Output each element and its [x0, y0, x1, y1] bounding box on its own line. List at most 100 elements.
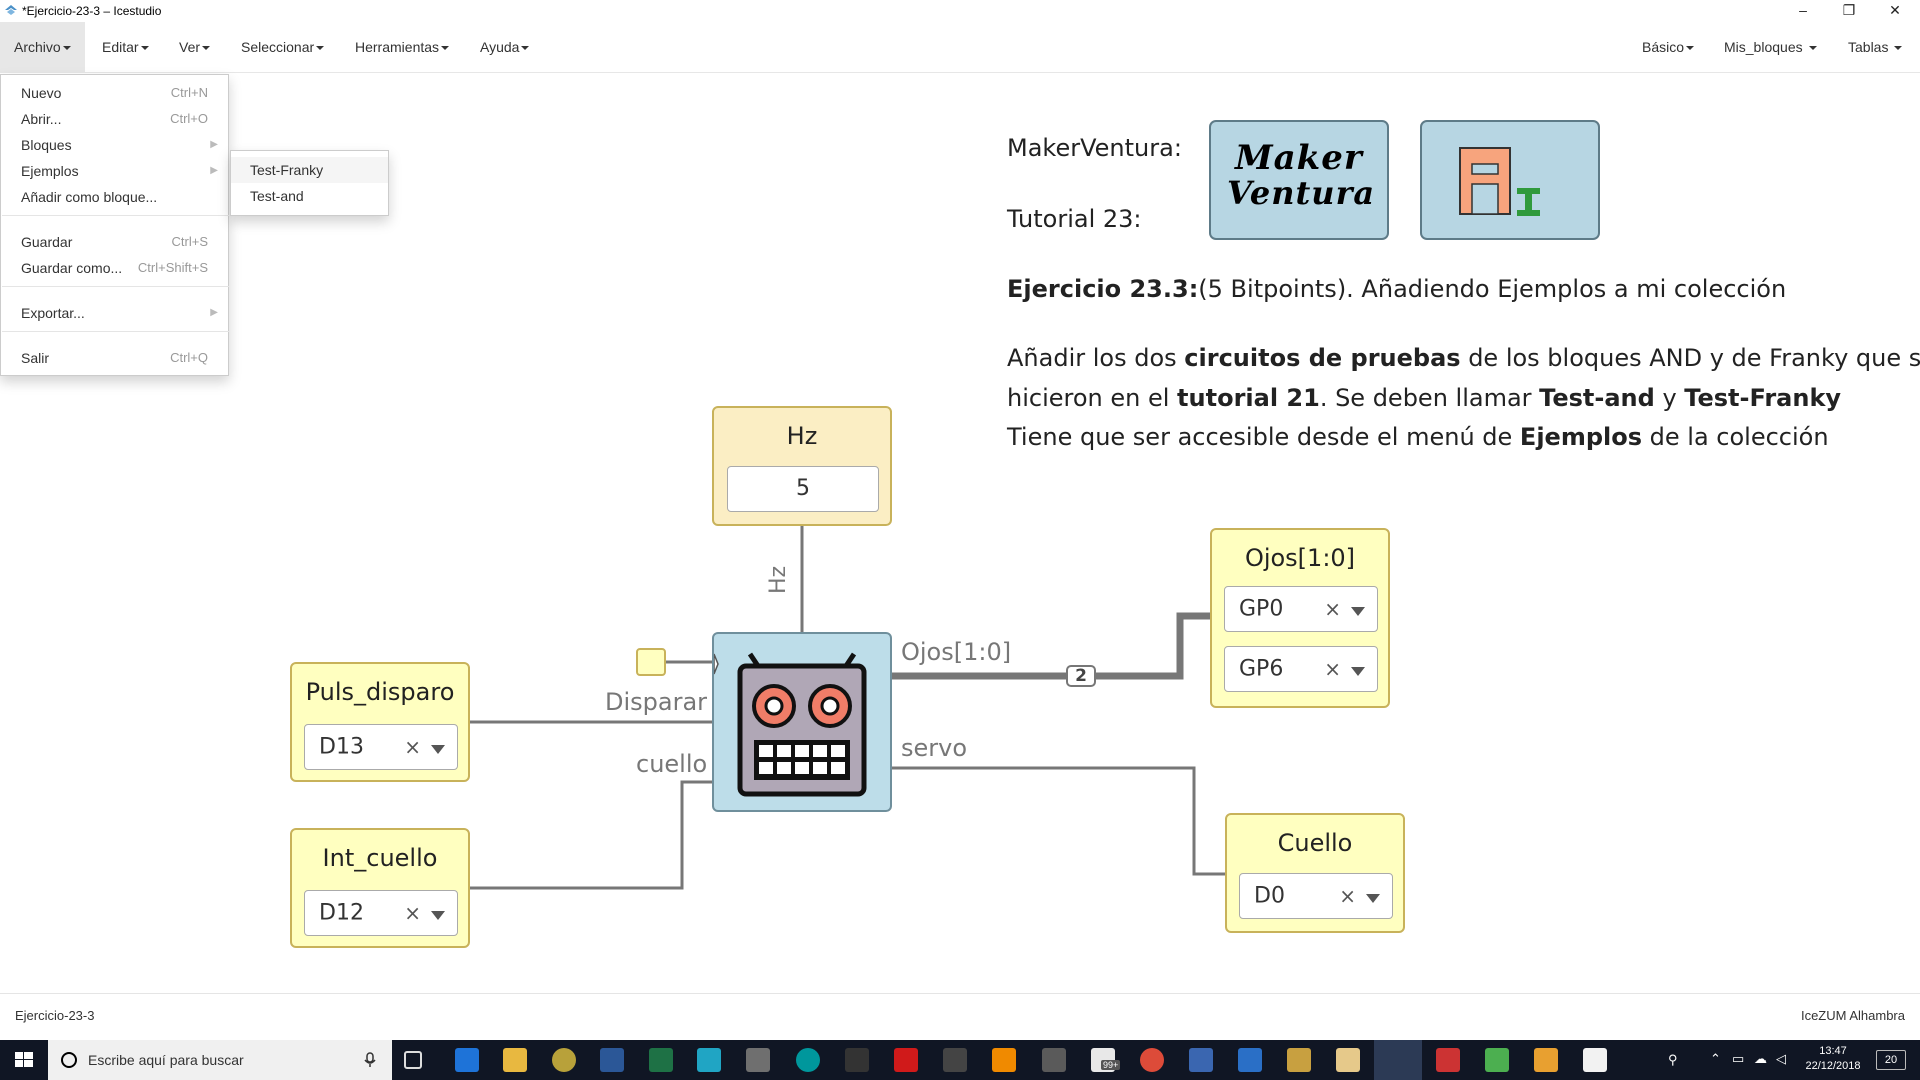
- icestudio-taskbar-icon[interactable]: [1374, 1040, 1422, 1080]
- task-view-icon[interactable]: [404, 1051, 422, 1069]
- menu-item-label: Guardar: [21, 234, 73, 250]
- volume-icon[interactable]: ◁: [1776, 1051, 1786, 1067]
- pin-select[interactable]: GP6 ×: [1224, 646, 1378, 692]
- menu-item-label: Guardar como...: [21, 260, 123, 276]
- chevron-up-icon[interactable]: ⌃: [1710, 1051, 1721, 1067]
- menu-item-label: Salir: [21, 350, 50, 366]
- status-bar: Ejercicio-23-3 IceZUM Alhambra: [0, 993, 1920, 1035]
- menu-item-shortcut: Ctrl+S: [171, 234, 208, 249]
- taskbar-clock[interactable]: 13:47 22/12/2018: [1800, 1044, 1866, 1074]
- search-icon: [61, 1052, 77, 1068]
- submenu-item-test-and[interactable]: Test-and: [231, 183, 388, 209]
- chevron-down-icon[interactable]: [431, 745, 445, 754]
- onedrive-icon[interactable]: ☁: [1754, 1051, 1767, 1067]
- vlc-icon[interactable]: [992, 1048, 1016, 1072]
- block-name: Ojos[1:0]: [1244, 544, 1356, 572]
- pin-select[interactable]: GP0 ×: [1224, 586, 1378, 632]
- wire-servo[interactable]: [892, 766, 1226, 876]
- people-icon[interactable]: ⚲: [1668, 1052, 1678, 1068]
- app-notepad-icon[interactable]: [1485, 1048, 1509, 1072]
- menu-item-shortcut: Ctrl+N: [170, 85, 208, 100]
- vscode-icon[interactable]: [1238, 1048, 1262, 1072]
- port-label-ojos: Ojos[1:0]: [901, 638, 1012, 666]
- menu-item-guardar[interactable]: Guardar Ctrl+S: [1, 229, 228, 255]
- app-window-icon[interactable]: [746, 1048, 770, 1072]
- app-f-icon[interactable]: [894, 1048, 918, 1072]
- chevron-down-icon[interactable]: [1351, 607, 1365, 616]
- app-document-icon[interactable]: [1336, 1048, 1360, 1072]
- menu-item-ejemplos[interactable]: Ejemplos ▶: [1, 158, 228, 184]
- port-label-disparar: Disparar: [605, 688, 708, 716]
- app-t-icon[interactable]: [1583, 1048, 1607, 1072]
- network-icon[interactable]: ▭: [1732, 1051, 1744, 1067]
- robot-icon: [713, 652, 867, 797]
- output-block-cuello[interactable]: Cuello D0 ×: [1225, 813, 1405, 933]
- board-name[interactable]: IceZUM Alhambra: [1801, 1008, 1905, 1023]
- submenu-item-test-franky[interactable]: Test-Franky: [231, 157, 388, 183]
- chevron-down-icon[interactable]: [1351, 667, 1365, 676]
- menu-item-nuevo[interactable]: Nuevo Ctrl+N: [1, 80, 228, 106]
- menu-item-label: Nuevo: [21, 85, 62, 101]
- clock-input-square[interactable]: [636, 648, 666, 676]
- pin-select[interactable]: D0 ×: [1239, 873, 1393, 919]
- pin-value: D0: [1254, 883, 1285, 909]
- port-label-cuello: cuello: [636, 750, 708, 778]
- input-block-int-cuello[interactable]: Int_cuello D12 ×: [290, 828, 470, 948]
- clear-icon[interactable]: ×: [1324, 597, 1341, 621]
- clear-icon[interactable]: ×: [404, 735, 421, 759]
- menu-item-anadir-bloque[interactable]: Añadir como bloque...: [1, 184, 228, 210]
- menu-item-exportar[interactable]: Exportar... ▶: [1, 300, 228, 326]
- mail-icon[interactable]: 99+: [1091, 1048, 1121, 1072]
- menu-item-label: Abrir...: [21, 111, 62, 127]
- windows-start-icon[interactable]: [0, 1040, 48, 1080]
- menu-item-label: Ejemplos: [21, 163, 79, 179]
- notification-count: 20: [1884, 1054, 1898, 1066]
- clear-icon[interactable]: ×: [1339, 884, 1356, 908]
- excel-icon[interactable]: [649, 1048, 673, 1072]
- block-name: Hz: [786, 422, 818, 450]
- port-label-servo: servo: [901, 734, 968, 762]
- taskbar-search[interactable]: Escribe aquí para buscar: [48, 1040, 392, 1080]
- menu-divider: [2, 286, 229, 287]
- block-name: Cuello: [1277, 829, 1353, 857]
- franky-robot-block[interactable]: [712, 632, 892, 812]
- app-fc-icon[interactable]: [1436, 1048, 1460, 1072]
- app-network-icon[interactable]: [1189, 1048, 1213, 1072]
- menu-item-salir[interactable]: Salir Ctrl+Q: [1, 345, 228, 371]
- app-diamond-icon[interactable]: [1287, 1048, 1311, 1072]
- project-name: Ejercicio-23-3: [15, 1008, 95, 1023]
- pin-select[interactable]: D12 ×: [304, 890, 458, 936]
- calculator-icon[interactable]: [1042, 1048, 1066, 1072]
- clear-icon[interactable]: ×: [1324, 657, 1341, 681]
- app-shield-icon[interactable]: [1534, 1048, 1558, 1072]
- action-center-icon[interactable]: 20: [1876, 1050, 1906, 1070]
- app-c-icon[interactable]: [697, 1048, 721, 1072]
- menu-item-guardar-como[interactable]: Guardar como... Ctrl+Shift+S: [1, 255, 228, 281]
- chrome-icon[interactable]: [1140, 1048, 1164, 1072]
- pin-value: D12: [319, 900, 364, 926]
- input-block-puls-disparo[interactable]: Puls_disparo D13 ×: [290, 662, 470, 782]
- inkscape-icon[interactable]: [845, 1048, 869, 1072]
- menu-item-shortcut: Ctrl+Shift+S: [137, 260, 208, 275]
- clear-icon[interactable]: ×: [404, 901, 421, 925]
- chevron-down-icon[interactable]: [1366, 894, 1380, 903]
- edge-icon[interactable]: [455, 1048, 479, 1072]
- file-explorer-icon[interactable]: [503, 1048, 527, 1072]
- word-icon[interactable]: [600, 1048, 624, 1072]
- output-block-ojos[interactable]: Ojos[1:0] GP0 × GP6 ×: [1210, 528, 1390, 708]
- app-cloud-icon[interactable]: [943, 1048, 967, 1072]
- constant-value-input[interactable]: 5: [727, 466, 879, 512]
- menu-item-abrir[interactable]: Abrir... Ctrl+O: [1, 106, 228, 132]
- chevron-down-icon[interactable]: [431, 911, 445, 920]
- wire-cuello-in[interactable]: [470, 780, 712, 890]
- app-globe-icon[interactable]: [552, 1048, 576, 1072]
- submenu-arrow-icon: ▶: [210, 139, 218, 150]
- arduino-icon[interactable]: [796, 1048, 820, 1072]
- pin-select[interactable]: D13 ×: [304, 724, 458, 770]
- constant-block-hz[interactable]: Hz 5: [712, 406, 892, 526]
- menu-item-bloques[interactable]: Bloques ▶: [1, 132, 228, 158]
- ejemplos-submenu: Test-Franky Test-and: [230, 150, 389, 216]
- menu-divider: [2, 215, 229, 216]
- pin-value: GP6: [1239, 656, 1284, 682]
- microphone-icon[interactable]: [364, 1052, 376, 1068]
